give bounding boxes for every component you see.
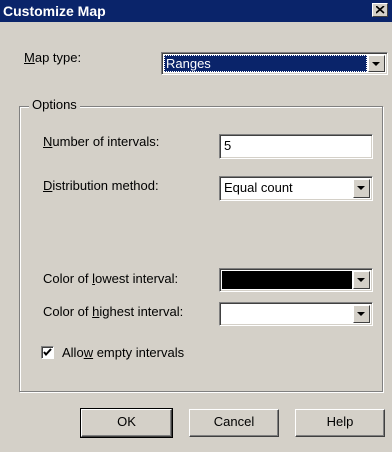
lowest-color-dropdown-button[interactable] [353,271,370,289]
close-icon [376,6,385,14]
chevron-down-icon [372,62,380,66]
distribution-select[interactable]: Equal count [219,176,373,201]
intervals-input[interactable]: 5 [219,134,373,159]
lowest-color-select[interactable] [219,268,373,292]
title-bar: Customize Map [0,0,392,22]
allow-empty-label[interactable]: Allow empty intervals [62,345,184,361]
highest-color-dropdown-button[interactable] [353,305,370,323]
distribution-dropdown-button[interactable] [353,179,370,198]
lowest-color-label: Color of lowest interval: [43,271,179,286]
window-title: Customize Map [3,3,106,19]
allow-empty-checkbox[interactable] [41,346,54,359]
intervals-label: Number of intervals: [43,134,160,149]
close-button[interactable] [372,3,388,17]
help-button[interactable]: Help [295,409,385,437]
distribution-label: Distribution method: [43,178,159,193]
highest-color-swatch [222,305,352,323]
map-type-selected: Ranges [164,55,367,72]
lowest-color-swatch [222,271,352,289]
chevron-down-icon [357,312,365,316]
checkmark-icon [43,348,52,357]
highest-color-select[interactable] [219,302,373,326]
highest-color-label: Color of highest interval: [43,304,184,319]
map-type-label: Map type: [24,50,82,65]
options-legend: Options [29,97,80,113]
cancel-button[interactable]: Cancel [189,409,279,437]
chevron-down-icon [357,186,365,190]
ok-button[interactable]: OK [80,408,173,438]
chevron-down-icon [357,278,365,282]
map-type-select[interactable]: Ranges [161,52,388,75]
map-type-dropdown-button[interactable] [368,55,385,72]
